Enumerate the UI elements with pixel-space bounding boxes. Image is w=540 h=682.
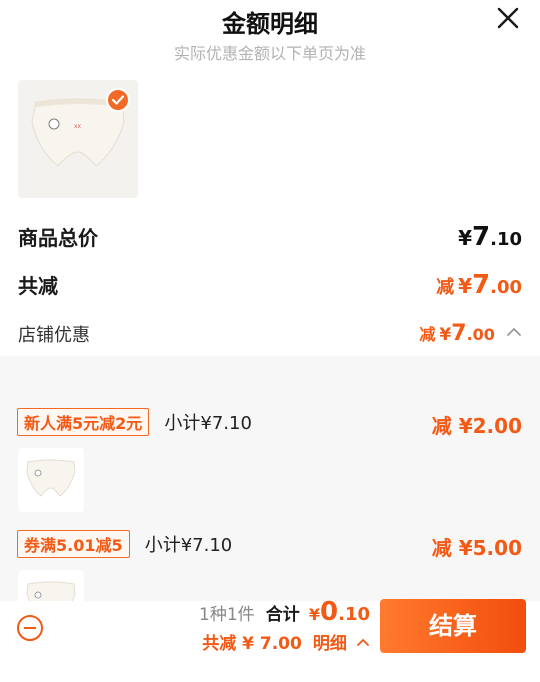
sheet-header: 金额明细 实际优惠金额以下单页为准 (0, 0, 540, 64)
promo-tag: 券满5.01减5 (17, 530, 130, 558)
product-thumbnail[interactable]: xx (18, 80, 138, 198)
store-discount-value: 减 ¥7.00 (419, 321, 522, 346)
total-price-label: 商品总价 (18, 226, 98, 250)
page-title: 金额明细 (222, 10, 318, 38)
sum-currency: ¥ (308, 605, 321, 624)
detail-label: 明细 (312, 634, 347, 654)
sum-label: 合计 (265, 605, 300, 625)
page-subtitle: 实际优惠金额以下单页为准 (173, 44, 366, 63)
promo-tag: 新人满5元减2元 (17, 408, 150, 436)
chevron-up-icon (357, 638, 369, 646)
promo-product-thumbnail (18, 570, 84, 601)
total-reduce-row: 共减 减 ¥7.00 (18, 270, 522, 302)
chevron-up-icon[interactable] (506, 326, 522, 338)
amount-detail-sheet: 金额明细 实际优惠金额以下单页为准 xx 商品总价 ¥7.10 共减 减 ¥7.0… (0, 0, 540, 682)
item-count: 1种1件 (199, 605, 255, 625)
checkout-button[interactable]: 结算 (380, 599, 526, 653)
total-reduce-value: 减 ¥7.00 (436, 270, 522, 300)
selected-check-icon[interactable] (106, 88, 130, 112)
order-summary: 1种1件 合计 ¥0.10 (199, 597, 370, 627)
sum-dec: .10 (338, 604, 370, 625)
svg-text:xx: xx (74, 123, 82, 130)
footer-reduce-text: 共减 ¥ 7.00 (202, 634, 302, 654)
product-image (26, 459, 76, 497)
store-discount-label: 店铺优惠 (18, 325, 90, 346)
store-discount-row[interactable]: 店铺优惠 减 ¥7.00 (18, 321, 522, 349)
total-price-row: 商品总价 ¥7.10 (18, 222, 522, 254)
promo-amount: 减 ¥2.00 (431, 414, 522, 438)
promo-row: 券满5.01减5 小计¥7.10 减 ¥5.00 (17, 530, 522, 560)
promo-product-thumbnail (18, 448, 84, 512)
promo-subtotal: 小计¥7.10 (144, 535, 233, 556)
sum-int: 0 (320, 597, 339, 627)
total-price-value: ¥7.10 (458, 222, 522, 252)
promo-subtotal: 小计¥7.10 (164, 413, 252, 434)
checkout-bar: 1种1件 合计 ¥0.10 共减 ¥ 7.00 明细 结算 (0, 597, 540, 682)
product-image (26, 581, 76, 601)
remove-circle-icon[interactable] (17, 615, 43, 641)
close-icon[interactable] (496, 6, 520, 30)
promo-row: 新人满5元减2元 小计¥7.10 减 ¥2.00 (17, 408, 522, 438)
store-discount-details: 新人满5元减2元 小计¥7.10 减 ¥2.00 券满5.01减5 小计¥7.1… (0, 356, 540, 601)
total-reduce-label: 共减 (18, 274, 58, 298)
promo-amount: 减 ¥5.00 (431, 536, 522, 560)
reduce-detail-toggle[interactable]: 共减 ¥ 7.00 明细 (202, 629, 370, 654)
